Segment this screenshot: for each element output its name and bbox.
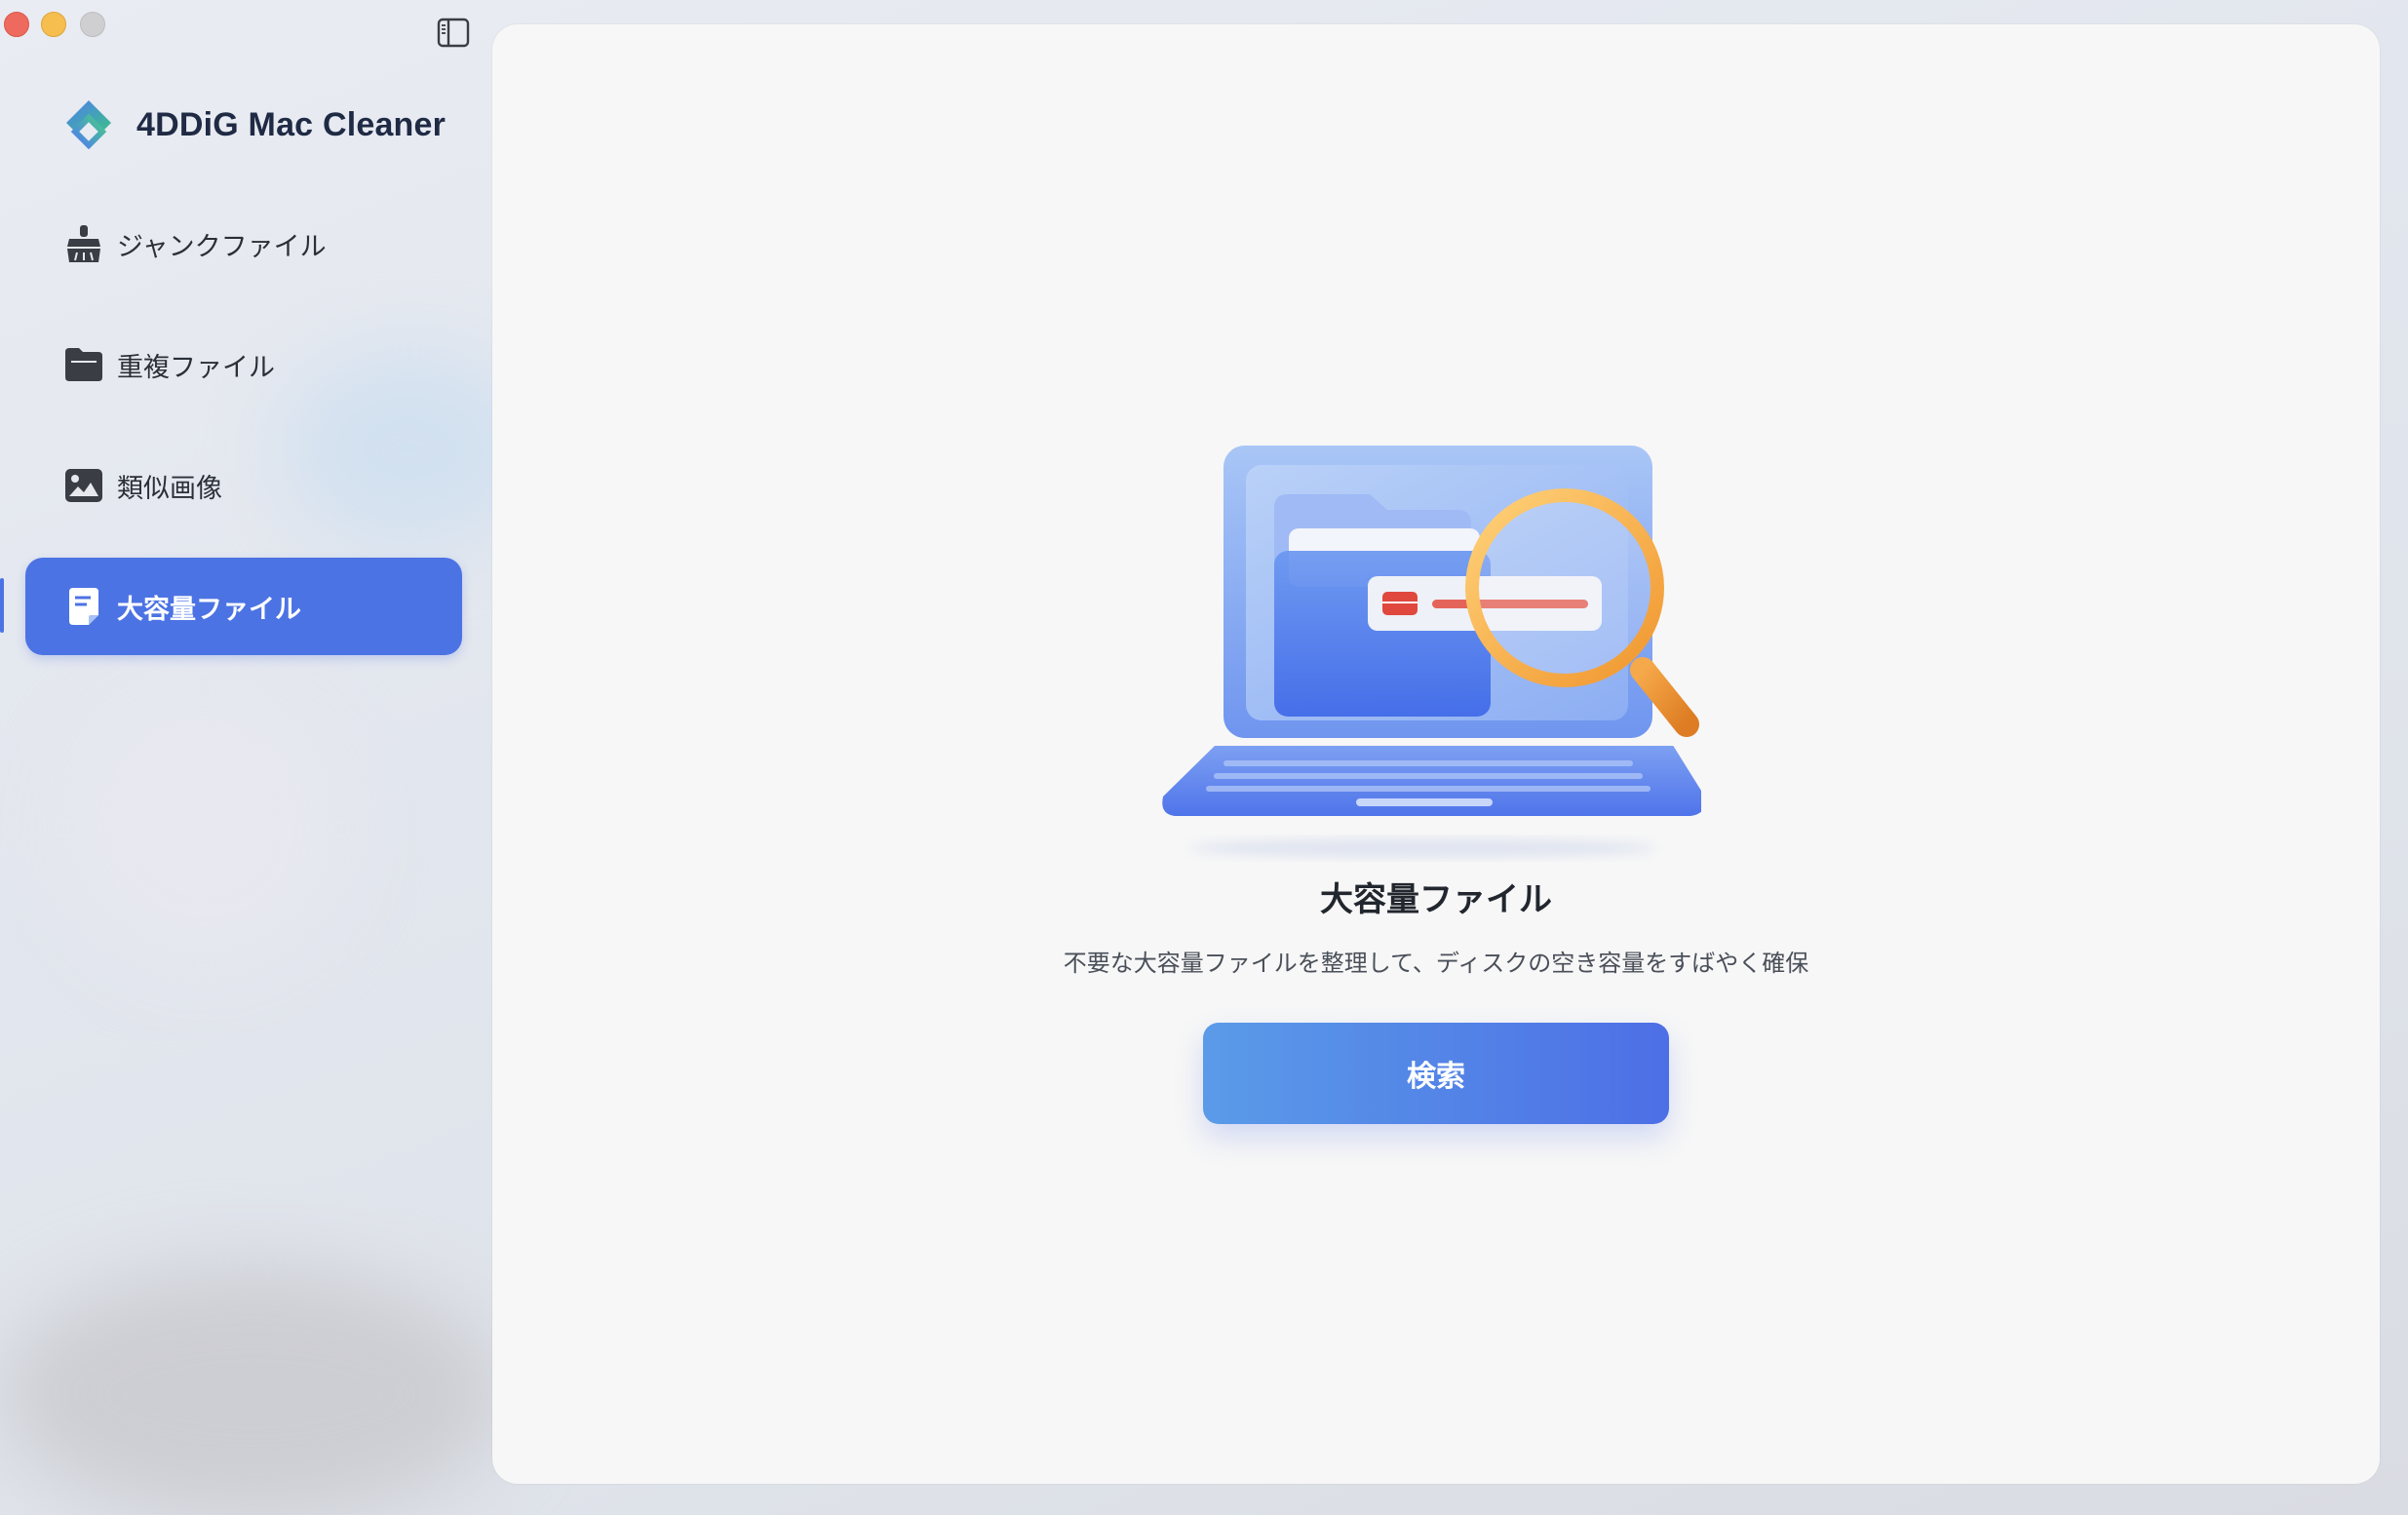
large-file-search-illustration — [1162, 446, 1701, 858]
sidebar-toggle-icon[interactable] — [437, 18, 472, 49]
background-glow — [0, 1267, 507, 1515]
main-panel: 大容量ファイル 不要な大容量ファイルを整理して、ディスクの空き容量をすばやく確保… — [492, 24, 2380, 1484]
window-zoom-button[interactable] — [80, 12, 105, 37]
broom-icon — [62, 222, 105, 265]
sidebar-item-large-files[interactable]: 大容量ファイル — [25, 558, 462, 655]
app-window: 4DDiG Mac Cleaner ジャンクファイル 重複ファイル 類似画像 大… — [0, 0, 2408, 1515]
scan-button[interactable]: 検索 — [1203, 1023, 1669, 1124]
image-icon — [62, 464, 105, 507]
app-name: 4DDiG Mac Cleaner — [136, 105, 447, 143]
feature-description: 不要な大容量ファイルを整理して、ディスクの空き容量をすばやく確保 — [1063, 950, 1809, 977]
sidebar-item-similar-images[interactable]: 類似画像 — [25, 437, 462, 534]
window-close-button[interactable] — [4, 12, 29, 37]
sidebar-item-junk-files[interactable]: ジャンクファイル — [25, 195, 462, 292]
background-glow — [58, 682, 351, 975]
folder-icon — [62, 343, 105, 386]
sidebar-item-label: 類似画像 — [117, 473, 222, 504]
active-indicator — [0, 578, 4, 633]
app-logo-icon — [66, 100, 111, 150]
sidebar-item-label: ジャンクファイル — [117, 231, 327, 262]
window-minimize-button[interactable] — [41, 12, 66, 37]
sidebar-item-label: 重複ファイル — [117, 352, 275, 383]
app-brand: 4DDiG Mac Cleaner — [60, 94, 446, 156]
sidebar-item-label: 大容量ファイル — [117, 594, 301, 625]
document-icon — [62, 585, 105, 628]
sidebar-item-duplicate-files[interactable]: 重複ファイル — [25, 316, 462, 413]
feature-title: 大容量ファイル — [1320, 880, 1552, 919]
